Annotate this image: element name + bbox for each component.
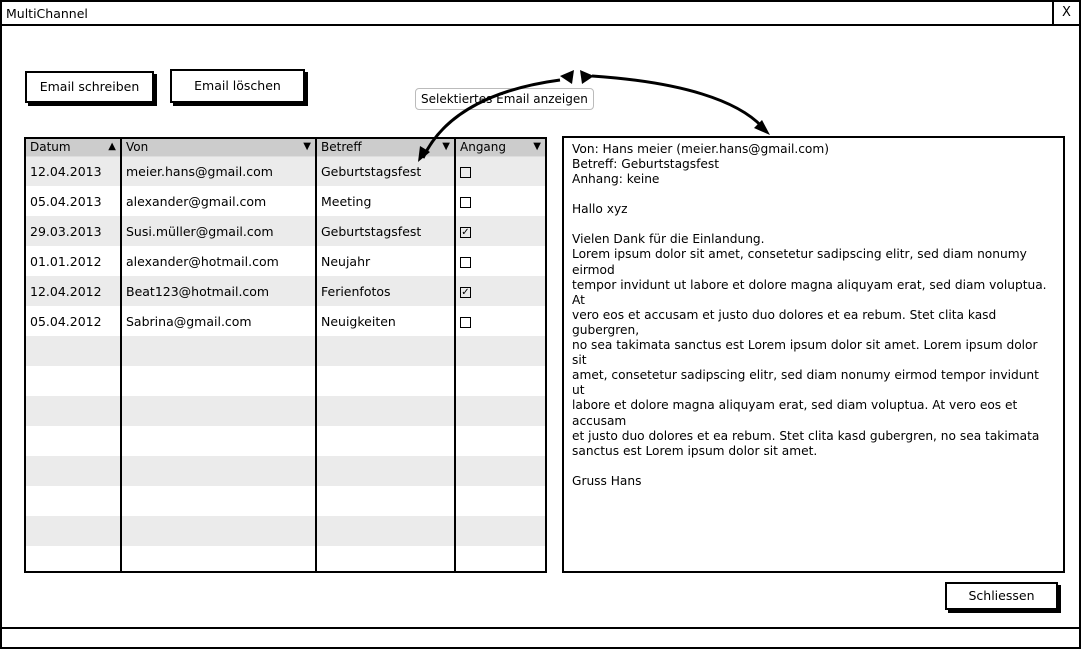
detail-body: Vielen Dank für die Einlandung. Lorem ips… <box>572 232 1055 458</box>
detail-body-line: amet, consetetur sadipscing elitr, sed d… <box>572 368 1039 398</box>
arrow-head-left <box>560 70 574 84</box>
arrow-head-right <box>580 70 594 84</box>
detail-signature: Gruss Hans <box>572 473 642 488</box>
detail-body-line: Lorem ipsum dolor sit amet, consetetur s… <box>572 247 1027 277</box>
detail-body-line: et justo duo dolores et ea rebum. Stet c… <box>572 428 1040 443</box>
detail-attachment: Anhang: keine <box>572 172 660 187</box>
detail-body-line: Vielen Dank für die Einlandung. <box>572 232 765 247</box>
close-button[interactable]: Schliessen <box>945 582 1058 610</box>
detail-body-line: sanctus est Lorem ipsum dolor sit amet. <box>572 443 818 458</box>
detail-greeting: Hallo xyz <box>572 202 628 217</box>
detail-body-line: tempor invidunt ut labore et dolore magn… <box>572 277 1047 307</box>
arrow-to-detail <box>591 74 767 131</box>
detail-from: Von: Hans meier (meier.hans@gmail.com) <box>572 142 830 156</box>
arrow-to-table <box>421 78 561 159</box>
email-detail-panel: Von: Hans meier (meier.hans@gmail.com) B… <box>562 136 1065 573</box>
detail-body-line: no sea takimata sanctus est Lorem ipsum … <box>572 338 1038 368</box>
detail-subject: Betreff: Geburtstagsfest <box>572 157 720 172</box>
detail-body-line: vero eos et accusam et justo duo dolores… <box>572 307 997 337</box>
detail-body-line: labore et dolore magna aliquyam erat, se… <box>572 398 1018 428</box>
